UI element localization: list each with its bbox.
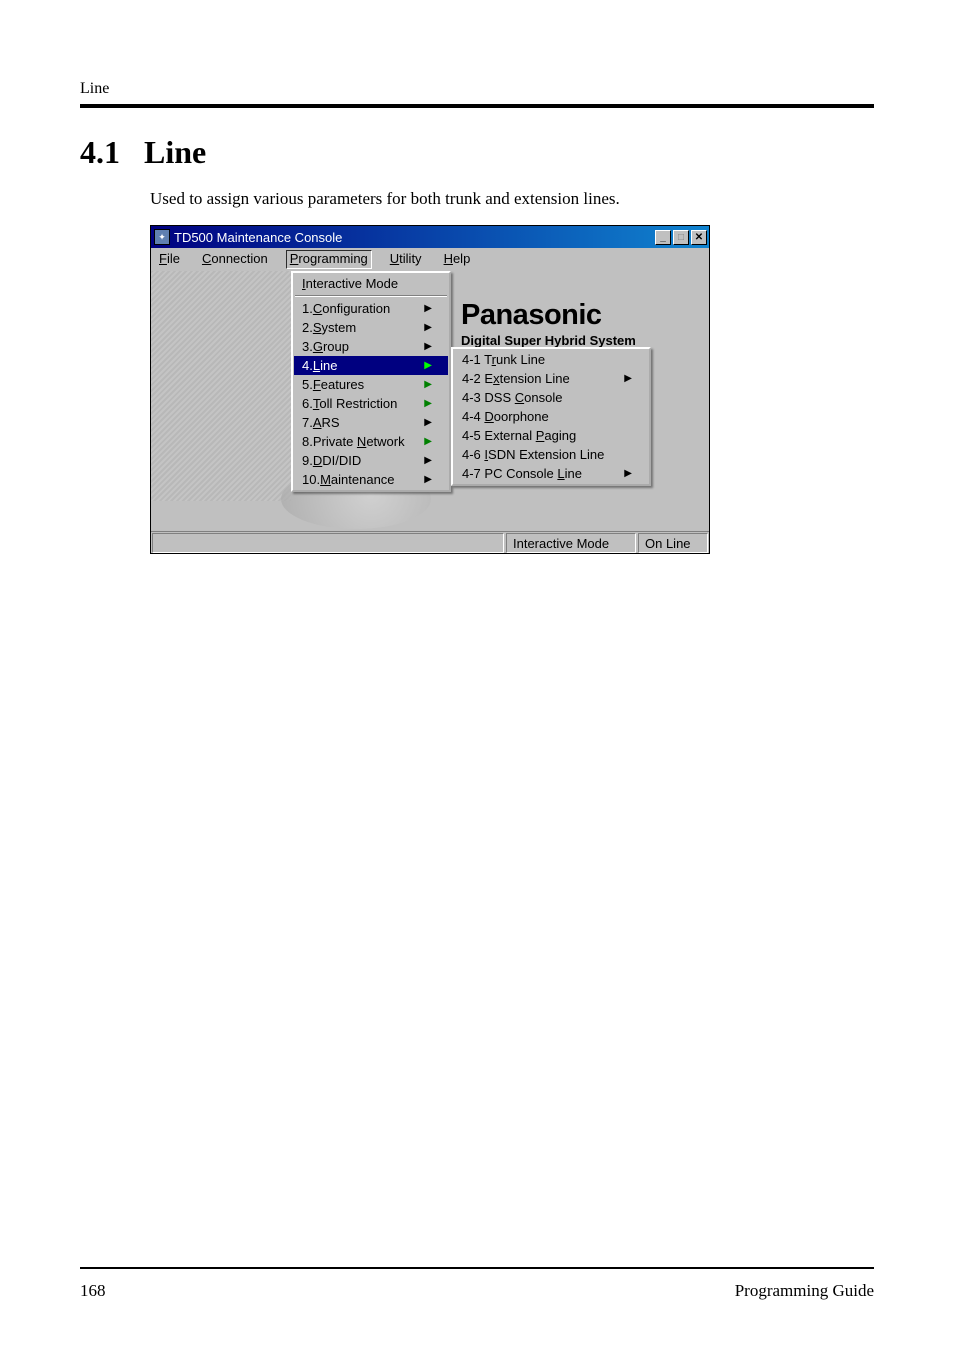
client-area: Panasonic Digital Super Hybrid System In… bbox=[151, 271, 709, 531]
submenu-item-dss-console[interactable]: 4-3 DSS Console bbox=[454, 388, 648, 407]
brand-logo: Panasonic bbox=[461, 299, 602, 332]
menu-item-toll-restriction[interactable]: 6.Toll Restriction▶ bbox=[294, 394, 448, 413]
menu-programming[interactable]: Programming bbox=[286, 250, 372, 269]
submenu-item-trunk-line[interactable]: 4-1 Trunk Line bbox=[454, 350, 648, 369]
programming-dropdown: Interactive Mode 1.Configuration▶ 2.Syst… bbox=[291, 271, 451, 492]
section-name: Line bbox=[144, 134, 206, 170]
submenu-arrow-icon: ▶ bbox=[424, 379, 432, 390]
maximize-button[interactable]: □ bbox=[673, 230, 689, 245]
menu-item-private-network[interactable]: 8.Private Network▶ bbox=[294, 432, 448, 451]
submenu-item-external-paging[interactable]: 4-5 External Paging bbox=[454, 426, 648, 445]
submenu-arrow-icon: ▶ bbox=[424, 360, 432, 371]
section-description: Used to assign various parameters for bo… bbox=[150, 189, 874, 209]
submenu-arrow-icon: ▶ bbox=[424, 474, 432, 485]
status-pane-mode: Interactive Mode bbox=[506, 533, 636, 553]
brand-tagline: Digital Super Hybrid System bbox=[461, 333, 636, 348]
section-title: 4.1 Line bbox=[80, 134, 874, 171]
titlebar: ✦ TD500 Maintenance Console _ □ ✕ bbox=[151, 226, 709, 248]
submenu-item-pc-console[interactable]: 4-7 PC Console Line▶ bbox=[454, 464, 648, 483]
window-title: TD500 Maintenance Console bbox=[174, 230, 655, 245]
submenu-arrow-icon: ▶ bbox=[424, 341, 432, 352]
menu-item-maintenance[interactable]: 10.Maintenance▶ bbox=[294, 470, 448, 489]
submenu-item-doorphone[interactable]: 4-4 Doorphone bbox=[454, 407, 648, 426]
submenu-arrow-icon: ▶ bbox=[424, 303, 432, 314]
menu-utility[interactable]: Utility bbox=[386, 250, 426, 269]
submenu-arrow-icon: ▶ bbox=[424, 436, 432, 447]
menu-item-group[interactable]: 3.Group▶ bbox=[294, 337, 448, 356]
submenu-arrow-icon: ▶ bbox=[424, 398, 432, 409]
window-controls: _ □ ✕ bbox=[655, 230, 707, 245]
page-header: Line bbox=[80, 80, 874, 108]
menu-item-configuration[interactable]: 1.Configuration▶ bbox=[294, 299, 448, 318]
submenu-arrow-icon: ▶ bbox=[624, 373, 632, 384]
section-number: 4.1 bbox=[80, 134, 120, 170]
statusbar: Interactive Mode On Line bbox=[151, 531, 709, 553]
close-button[interactable]: ✕ bbox=[691, 230, 707, 245]
submenu-arrow-icon: ▶ bbox=[624, 468, 632, 479]
footer-guide-name: Programming Guide bbox=[735, 1281, 874, 1301]
background-graphic bbox=[151, 271, 291, 501]
line-submenu: 4-1 Trunk Line 4-2 Extension Line▶ 4-3 D… bbox=[451, 347, 651, 486]
menu-item-ddi-did[interactable]: 9.DDI/DID▶ bbox=[294, 451, 448, 470]
submenu-item-extension-line[interactable]: 4-2 Extension Line▶ bbox=[454, 369, 648, 388]
status-pane-main bbox=[152, 533, 504, 553]
submenu-arrow-icon: ▶ bbox=[424, 455, 432, 466]
menu-item-system[interactable]: 2.System▶ bbox=[294, 318, 448, 337]
menu-file[interactable]: File bbox=[155, 250, 184, 269]
menu-item-ars[interactable]: 7.ARS▶ bbox=[294, 413, 448, 432]
submenu-item-isdn-extension[interactable]: 4-6 ISDN Extension Line bbox=[454, 445, 648, 464]
status-pane-connection: On Line bbox=[638, 533, 708, 553]
app-icon[interactable]: ✦ bbox=[154, 229, 170, 245]
menu-help[interactable]: Help bbox=[440, 250, 475, 269]
menu-separator bbox=[295, 295, 447, 297]
submenu-arrow-icon: ▶ bbox=[424, 417, 432, 428]
menu-connection[interactable]: Connection bbox=[198, 250, 272, 269]
menubar: File Connection Programming Utility Help bbox=[151, 248, 709, 271]
minimize-button[interactable]: _ bbox=[655, 230, 671, 245]
page-number: 168 bbox=[80, 1281, 106, 1301]
menu-item-line[interactable]: 4.Line▶ bbox=[294, 356, 448, 375]
page-footer: 168 Programming Guide bbox=[80, 1267, 874, 1301]
menu-item-interactive-mode[interactable]: Interactive Mode bbox=[294, 274, 448, 293]
application-window: ✦ TD500 Maintenance Console _ □ ✕ File C… bbox=[150, 225, 710, 554]
menu-item-features[interactable]: 5.Features▶ bbox=[294, 375, 448, 394]
submenu-arrow-icon: ▶ bbox=[424, 322, 432, 333]
